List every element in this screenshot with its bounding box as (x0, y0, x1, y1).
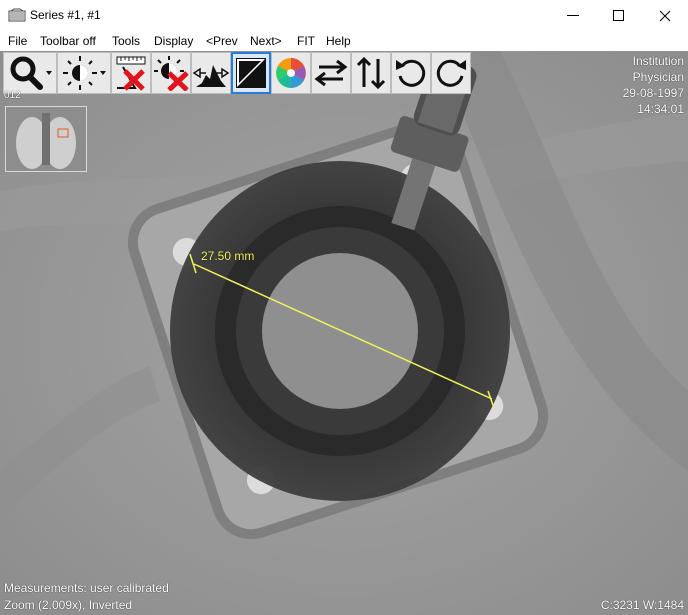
minimize-button[interactable] (550, 0, 596, 31)
histogram-button[interactable] (191, 52, 231, 94)
flip-vertical-button[interactable] (351, 52, 391, 94)
app-icon (8, 8, 26, 22)
menu-prev[interactable]: <Prev (206, 34, 238, 48)
measurements-status: Measurements: user calibrated (4, 581, 169, 595)
menu-bar: File Toolbar off Tools Display <Prev Nex… (0, 31, 688, 51)
toolbar (3, 52, 471, 95)
menu-fit[interactable]: FIT (297, 34, 315, 48)
remove-measurements-button[interactable] (111, 52, 151, 94)
color-palette-button[interactable] (271, 52, 311, 94)
invert-button[interactable] (231, 52, 271, 94)
window-title: Series #1, #1 (30, 8, 101, 22)
rotate-right-button[interactable] (431, 52, 471, 94)
rotate-left-button[interactable] (391, 52, 431, 94)
institution-label: Institution (632, 54, 684, 68)
brightness-contrast-icon (63, 56, 106, 90)
xray-image[interactable] (0, 51, 688, 615)
menu-file[interactable]: File (8, 34, 27, 48)
zoom-status: Zoom (2.009x), Inverted (4, 598, 133, 612)
measurement-label: 27.50 mm (201, 249, 255, 263)
flip-horizontal-button[interactable] (311, 52, 351, 94)
title-bar: Series #1, #1 (0, 0, 688, 31)
image-viewport[interactable] (0, 51, 688, 615)
time-label: 14:34:01 (637, 102, 684, 116)
maximize-button[interactable] (596, 0, 642, 31)
menu-help[interactable]: Help (326, 34, 351, 48)
zoom-tool-button[interactable] (3, 52, 57, 94)
brightness-contrast-button[interactable] (57, 52, 111, 94)
menu-next[interactable]: Next> (250, 34, 282, 48)
menu-display[interactable]: Display (154, 34, 193, 48)
window-level-status: C:3231 W:1484 (600, 598, 684, 612)
reset-brightness-icon (154, 56, 189, 91)
close-button[interactable] (642, 0, 688, 31)
rotate-left-icon (396, 59, 426, 87)
flip-horizontal-icon (314, 59, 348, 87)
date-label: 29-08-1997 (622, 86, 684, 100)
rotate-right-icon (436, 59, 466, 87)
zoom-icon (10, 56, 52, 90)
image-count-label: 012 (4, 90, 21, 101)
reset-brightness-button[interactable] (151, 52, 191, 94)
color-palette-icon (276, 58, 306, 88)
menu-tools[interactable]: Tools (112, 34, 140, 48)
remove-measurements-icon (116, 56, 146, 91)
physician-label: Physician (632, 70, 684, 84)
invert-icon (236, 58, 266, 88)
flip-vertical-icon (356, 56, 386, 90)
menu-toolbar-off[interactable]: Toolbar off (40, 34, 96, 48)
patient-info-overlay: Institution Physician 29-08-1997 14:34:0… (623, 53, 684, 117)
thumbnail-preview[interactable] (5, 106, 87, 172)
histogram-icon (192, 65, 230, 87)
